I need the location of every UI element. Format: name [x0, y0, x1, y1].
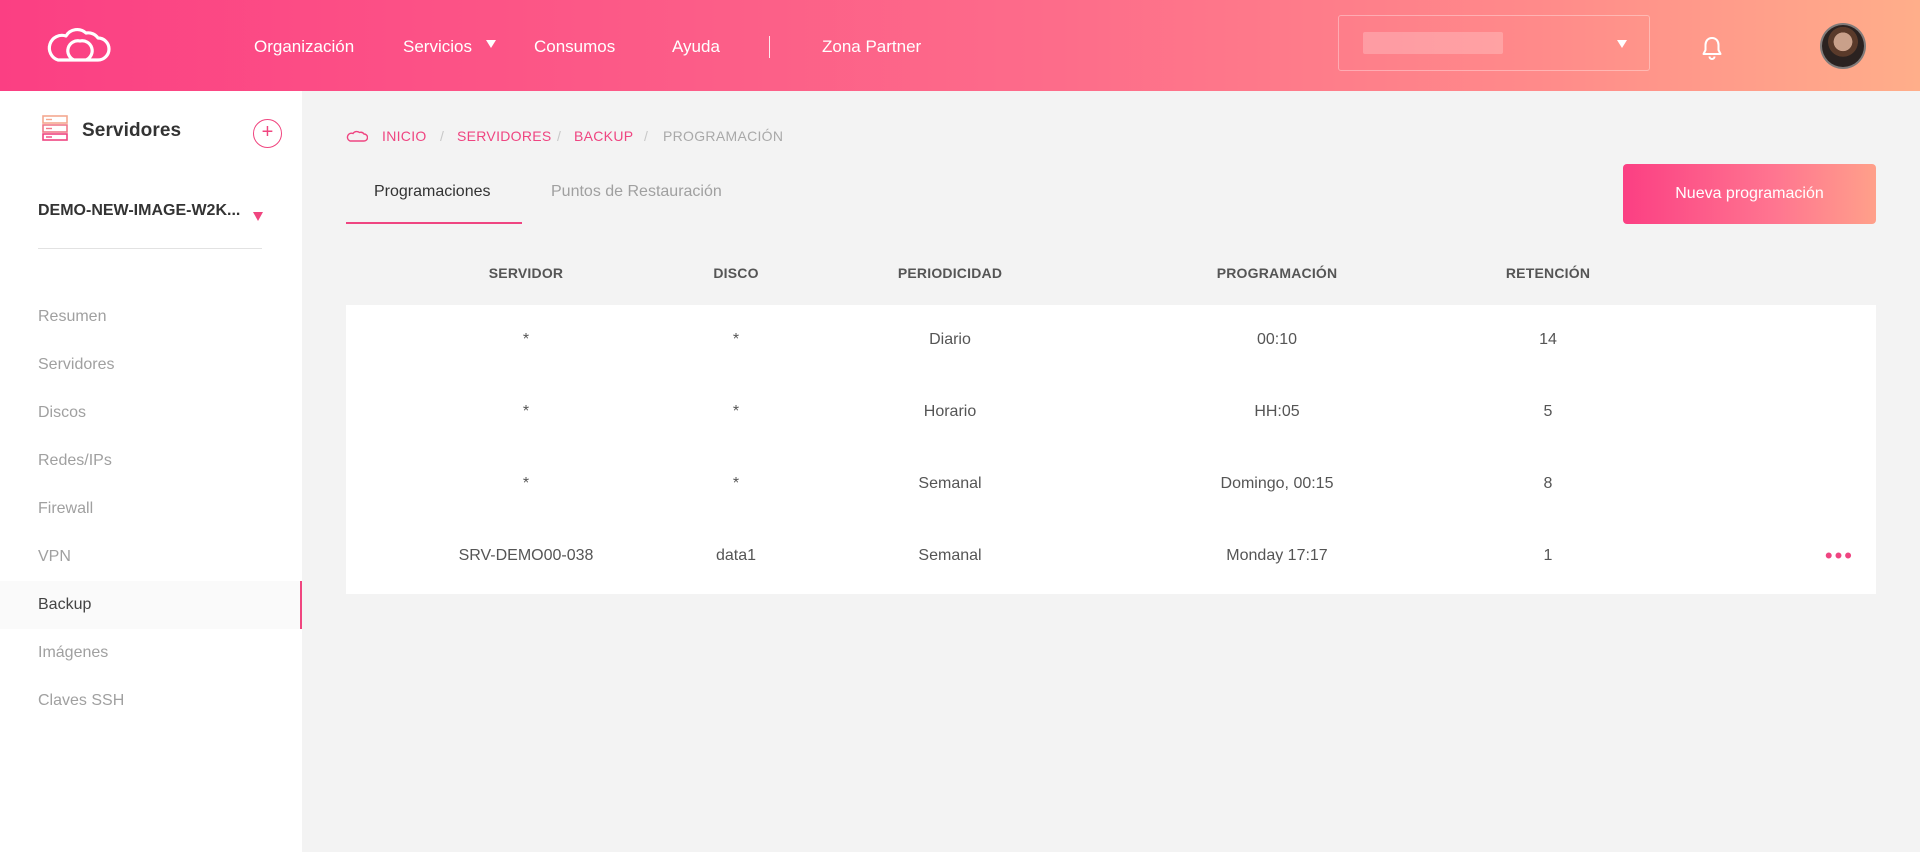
- bell-icon[interactable]: [1700, 35, 1724, 61]
- breadcrumb-backup[interactable]: BACKUP: [574, 128, 633, 144]
- breadcrumb-separator: /: [440, 128, 444, 144]
- table-row[interactable]: * * Semanal Domingo, 00:15 8: [346, 449, 1876, 521]
- sidebar-item-discos[interactable]: Discos: [0, 389, 302, 437]
- breadcrumb-inicio[interactable]: INICIO: [382, 128, 427, 144]
- nav-servicios[interactable]: Servicios: [403, 36, 472, 58]
- organization-name-redacted: [1363, 32, 1503, 54]
- table-header: SERVIDOR DISCO PERIODICIDAD PROGRAMACIÓN…: [346, 258, 1876, 290]
- add-server-button[interactable]: +: [253, 119, 282, 148]
- cell-disco: data1: [715, 547, 757, 564]
- sidebar: Servidores + DEMO-NEW-IMAGE-W2K... Resum…: [0, 91, 302, 852]
- sidebar-item-resumen[interactable]: Resumen: [0, 293, 302, 341]
- column-header-periodicidad[interactable]: PERIODICIDAD: [835, 265, 1065, 281]
- table-row[interactable]: * * Horario HH:05 5: [346, 377, 1876, 449]
- sidebar-item-firewall[interactable]: Firewall: [0, 485, 302, 533]
- breadcrumb-separator: /: [644, 128, 648, 144]
- sidebar-item-backup[interactable]: Backup: [0, 581, 302, 629]
- tab-programaciones[interactable]: Programaciones: [374, 183, 491, 201]
- nav-divider: [769, 36, 770, 58]
- row-menu-dots-icon[interactable]: •••: [1825, 545, 1854, 567]
- servicios-dropdown-caret-icon[interactable]: [486, 40, 496, 48]
- schedules-table: * * Diario 00:10 14 * * Horario HH:05 5 …: [346, 305, 1876, 594]
- organization-select[interactable]: [1338, 15, 1650, 71]
- cell-periodicidad: Horario: [923, 403, 977, 420]
- cell-disco: *: [732, 331, 740, 348]
- sidebar-title: Servidores: [82, 120, 182, 141]
- cell-retencion: 5: [1543, 403, 1553, 420]
- table-row[interactable]: * * Diario 00:10 14: [346, 305, 1876, 377]
- column-header-disco[interactable]: DISCO: [636, 265, 836, 281]
- cell-disco: *: [732, 475, 740, 492]
- nav-organizacion[interactable]: Organización: [254, 36, 354, 58]
- table-row[interactable]: SRV-DEMO00-038 data1 Semanal Monday 17:1…: [346, 521, 1876, 593]
- chevron-down-icon: [1617, 40, 1627, 48]
- server-selector-caret-icon[interactable]: [253, 212, 263, 221]
- cell-retencion: 8: [1543, 475, 1553, 492]
- server-stack-icon: [42, 115, 68, 141]
- nav-zona-partner[interactable]: Zona Partner: [822, 36, 921, 58]
- server-selector[interactable]: DEMO-NEW-IMAGE-W2K...: [38, 202, 240, 220]
- user-avatar[interactable]: [1820, 23, 1866, 69]
- nav-ayuda[interactable]: Ayuda: [672, 36, 720, 58]
- new-schedule-button[interactable]: Nueva programación: [1623, 164, 1876, 224]
- sidebar-item-imagenes[interactable]: Imágenes: [0, 629, 302, 677]
- breadcrumb-programacion: PROGRAMACIÓN: [663, 128, 784, 144]
- cell-periodicidad: Diario: [929, 331, 971, 348]
- active-tab-indicator: [346, 222, 522, 224]
- breadcrumb-separator: /: [557, 128, 561, 144]
- breadcrumb-servidores[interactable]: SERVIDORES: [457, 128, 552, 144]
- cloud-logo-icon[interactable]: [44, 24, 114, 66]
- sidebar-item-claves-ssh[interactable]: Claves SSH: [0, 677, 302, 725]
- sidebar-item-redes-ips[interactable]: Redes/IPs: [0, 437, 302, 485]
- top-navigation-bar: Organización Servicios Consumos Ayuda Zo…: [0, 0, 1920, 91]
- column-header-programacion[interactable]: PROGRAMACIÓN: [1122, 265, 1432, 281]
- cell-periodicidad: Semanal: [918, 547, 982, 564]
- cell-retencion: 14: [1539, 331, 1557, 348]
- sidebar-divider: [38, 248, 262, 249]
- cloud-home-icon[interactable]: [346, 129, 368, 143]
- cell-periodicidad: Semanal: [918, 475, 982, 492]
- tab-puntos-restauracion[interactable]: Puntos de Restauración: [551, 183, 722, 201]
- column-header-retencion[interactable]: RETENCIÓN: [1463, 265, 1633, 281]
- cell-retencion: 1: [1543, 547, 1553, 564]
- cell-programacion: Monday 17:17: [1226, 547, 1328, 564]
- cell-programacion: 00:10: [1256, 331, 1298, 348]
- sidebar-item-servidores[interactable]: Servidores: [0, 341, 302, 389]
- sidebar-item-vpn[interactable]: VPN: [0, 533, 302, 581]
- nav-consumos[interactable]: Consumos: [534, 36, 615, 58]
- cell-programacion: HH:05: [1254, 403, 1300, 420]
- cell-disco: *: [732, 403, 740, 420]
- cell-programacion: Domingo, 00:15: [1220, 475, 1334, 492]
